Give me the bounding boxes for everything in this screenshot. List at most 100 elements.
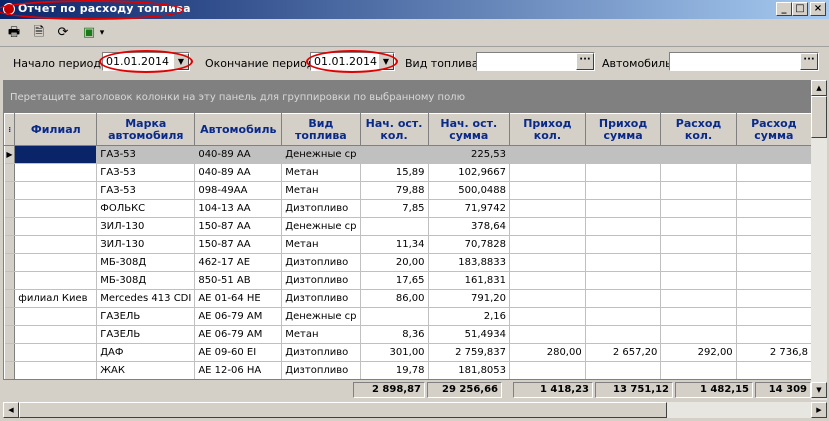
table-row[interactable]: ДАФ АЕ 09-60 ЕI Дизтопливо 301,00 2 759,837 2… <box>4 343 812 362</box>
table-cell[interactable] <box>509 307 586 326</box>
table-cell[interactable]: МБ-308Д <box>96 253 196 272</box>
column-header-8[interactable]: Расход кол. <box>660 113 737 146</box>
table-cell[interactable]: 8,36 <box>360 325 429 344</box>
table-cell[interactable] <box>585 199 662 218</box>
table-cell[interactable]: 17,65 <box>360 271 429 290</box>
row-indicator[interactable] <box>4 181 16 200</box>
table-cell[interactable]: Денежные ср <box>281 307 361 326</box>
ellipsis-icon[interactable]: ··· <box>576 53 594 70</box>
table-cell[interactable]: ГАЗЕЛЬ <box>96 307 196 326</box>
table-cell[interactable]: 161,831 <box>428 271 511 290</box>
table-cell[interactable] <box>660 325 737 344</box>
print-icon[interactable]: 🖶 <box>5 24 23 42</box>
table-cell[interactable] <box>585 217 662 236</box>
table-row[interactable]: ЗИЛ-130 150-87 АА Денежные ср 378,64 <box>4 217 812 236</box>
table-cell[interactable]: 098-49АА <box>194 181 283 200</box>
table-cell[interactable] <box>585 307 662 326</box>
table-cell[interactable] <box>585 235 662 254</box>
column-header-9[interactable]: Расход сумма <box>735 113 812 146</box>
car-field[interactable]: ··· <box>669 52 819 71</box>
table-cell[interactable]: ЗИЛ-130 <box>96 217 196 236</box>
table-cell[interactable] <box>360 307 429 326</box>
table-cell[interactable]: Метан <box>281 181 361 200</box>
table-row[interactable]: ЗИЛ-130 150-87 АА Метан 11,34 70,7828 <box>4 235 812 254</box>
table-cell[interactable] <box>736 253 812 272</box>
table-cell[interactable]: ЗИЛ-130 <box>96 235 196 254</box>
table-cell[interactable] <box>509 289 586 308</box>
table-cell[interactable]: 19,78 <box>360 361 429 380</box>
maximize-button[interactable]: □ <box>792 2 808 16</box>
table-cell[interactable] <box>14 217 98 236</box>
table-cell[interactable] <box>585 145 662 164</box>
column-header-4[interactable]: Нач. ост. кол. <box>359 113 429 146</box>
table-cell[interactable] <box>660 217 737 236</box>
table-cell[interactable]: 378,64 <box>428 217 511 236</box>
table-cell[interactable] <box>736 181 812 200</box>
table-cell[interactable]: Дизтопливо <box>281 343 361 362</box>
table-cell[interactable]: Mercedes 413 CDI <box>96 289 196 308</box>
table-cell[interactable]: АЕ 12-06 НА <box>194 361 283 380</box>
table-cell[interactable]: 2 657,20 <box>585 343 662 362</box>
table-cell[interactable]: 040-89 АА <box>194 163 283 182</box>
table-cell[interactable] <box>660 181 737 200</box>
row-indicator[interactable] <box>4 163 16 182</box>
table-row[interactable]: ▶ ГАЗ-53 040-89 АА Денежные ср 225,53 <box>4 145 812 164</box>
table-cell[interactable] <box>736 307 812 326</box>
scroll-down-icon[interactable]: ▼ <box>811 382 827 398</box>
table-cell[interactable]: ФОЛЬКС <box>96 199 196 218</box>
table-cell[interactable]: Дизтопливо <box>281 271 361 290</box>
table-cell[interactable] <box>14 307 98 326</box>
table-cell[interactable]: ЖАК <box>96 361 196 380</box>
table-cell[interactable] <box>509 271 586 290</box>
table-cell[interactable] <box>736 361 812 380</box>
table-row[interactable]: филиал Киев Mercedes 413 CDI АЕ 01-64 НЕ Ди… <box>4 289 812 308</box>
table-cell[interactable]: 225,53 <box>428 145 511 164</box>
table-cell[interactable]: 292,00 <box>660 343 737 362</box>
export-excel-icon[interactable]: ▣ <box>80 24 98 42</box>
table-cell[interactable]: 11,34 <box>360 235 429 254</box>
row-indicator[interactable]: ▶ <box>4 145 16 164</box>
table-cell[interactable]: Денежные ср <box>281 145 361 164</box>
table-cell[interactable] <box>509 235 586 254</box>
table-cell[interactable] <box>736 199 812 218</box>
table-cell[interactable] <box>509 361 586 380</box>
table-cell[interactable] <box>585 361 662 380</box>
table-cell[interactable] <box>360 217 429 236</box>
table-cell[interactable]: 79,88 <box>360 181 429 200</box>
table-cell[interactable] <box>736 325 812 344</box>
table-cell[interactable]: 301,00 <box>360 343 429 362</box>
column-header-3[interactable]: Вид топлива <box>281 113 361 146</box>
table-cell[interactable]: 15,89 <box>360 163 429 182</box>
table-cell[interactable]: АЕ 09-60 ЕI <box>194 343 283 362</box>
column-header-5[interactable]: Нач. ост. сумма <box>427 113 511 146</box>
table-cell[interactable] <box>585 253 662 272</box>
title-bar[interactable]: Отчет по расходу топлива _ □ × <box>0 0 829 20</box>
table-cell[interactable] <box>509 253 586 272</box>
table-cell[interactable] <box>509 163 586 182</box>
table-cell[interactable] <box>585 289 662 308</box>
table-cell[interactable]: АЕ 06-79 АМ <box>194 325 283 344</box>
table-cell[interactable]: 51,4934 <box>428 325 511 344</box>
table-cell[interactable]: ГАЗ-53 <box>96 181 196 200</box>
scroll-right-icon[interactable]: ▶ <box>811 402 827 418</box>
table-row[interactable]: МБ-308Д 462-17 АЕ Дизтопливо 20,00 183,8833 <box>4 253 812 272</box>
table-cell[interactable] <box>660 163 737 182</box>
table-cell[interactable] <box>736 271 812 290</box>
table-cell[interactable] <box>660 235 737 254</box>
table-cell[interactable] <box>660 289 737 308</box>
table-cell[interactable]: ГАЗ-53 <box>96 163 196 182</box>
column-header-2[interactable]: Автомобиль <box>194 113 283 146</box>
table-cell[interactable] <box>14 343 98 362</box>
horizontal-scroll-thumb[interactable] <box>19 402 667 418</box>
table-row[interactable]: ГАЗЕЛЬ АЕ 06-79 АМ Метан 8,36 51,4934 <box>4 325 812 344</box>
table-cell[interactable]: ДАФ <box>96 343 196 362</box>
print-preview-icon[interactable]: 🗎 <box>30 24 48 42</box>
table-cell[interactable]: 2 759,837 <box>428 343 511 362</box>
table-cell[interactable]: Денежные ср <box>281 217 361 236</box>
table-cell[interactable]: 2,16 <box>428 307 511 326</box>
scroll-left-icon[interactable]: ◀ <box>3 402 19 418</box>
scroll-up-icon[interactable]: ▲ <box>811 80 827 96</box>
table-cell[interactable] <box>736 217 812 236</box>
table-row[interactable]: ГАЗЕЛЬ АЕ 06-79 АМ Денежные ср 2,16 <box>4 307 812 326</box>
refresh-icon[interactable]: ⟳ <box>54 24 72 42</box>
